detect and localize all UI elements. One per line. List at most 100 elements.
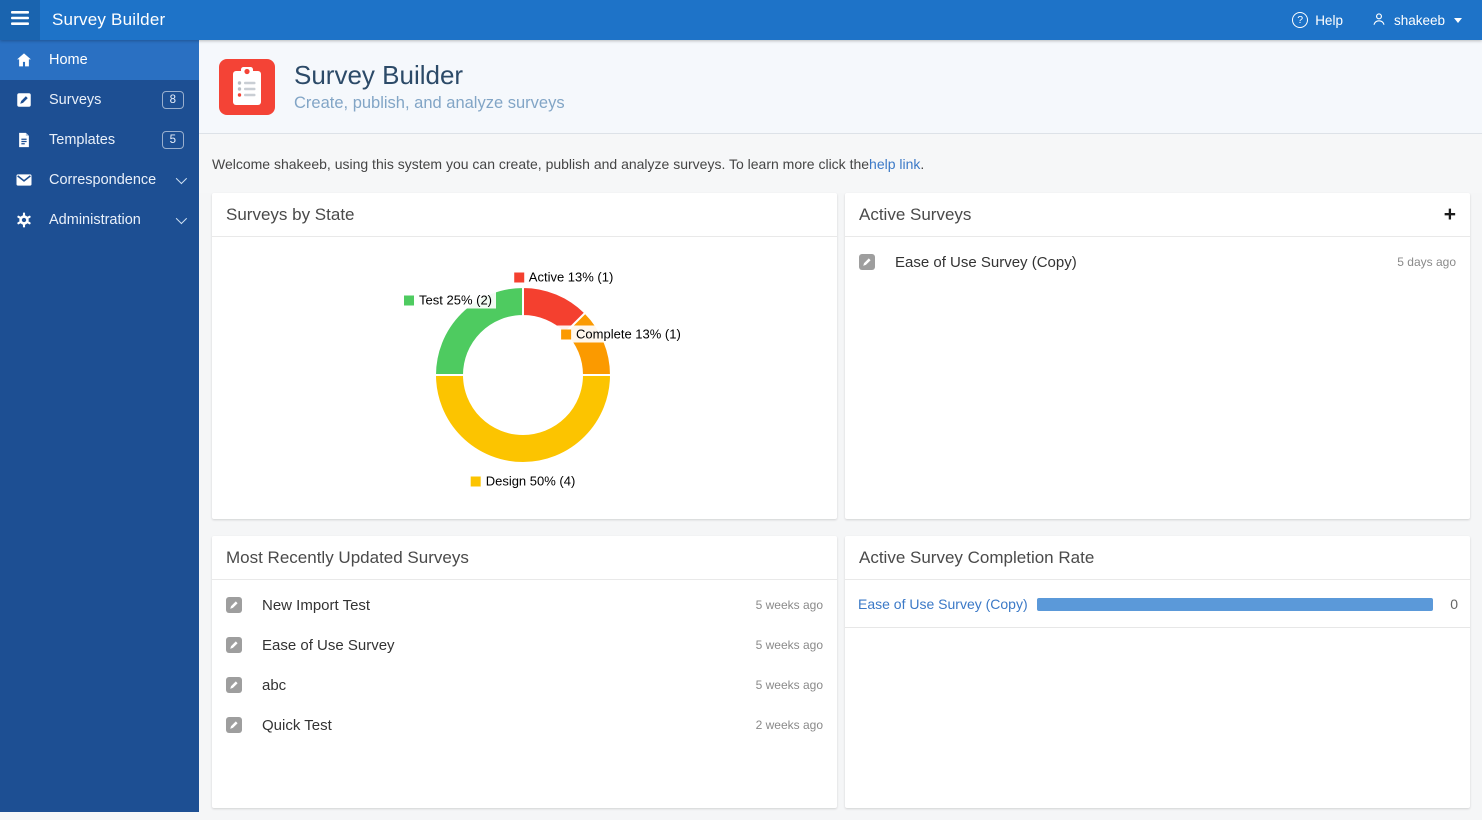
sidebar-item-label: Home	[49, 52, 88, 68]
completion-bar-fill	[1036, 597, 1433, 611]
active-surveys-panel: Active Surveys + Ease of Use Survey (Cop…	[845, 193, 1470, 519]
body-row: Home Surveys 8 Templates 5 Correspondenc…	[0, 40, 1482, 820]
sidebar-item-administration[interactable]: Administration	[0, 200, 199, 240]
envelope-icon	[15, 171, 33, 189]
legend-swatch	[513, 272, 524, 283]
page-title: Survey Builder	[294, 60, 464, 90]
hamburger-menu-button[interactable]	[0, 0, 40, 40]
dashboard-grid: Surveys by State Active 13% (1) Complete …	[199, 193, 1482, 808]
user-menu[interactable]: shakeeb	[1371, 11, 1462, 30]
completion-bar-track	[1036, 597, 1433, 611]
survey-pencil-icon	[859, 254, 875, 270]
sidebar-nav: Home Surveys 8 Templates 5 Correspondenc…	[0, 40, 199, 812]
user-caret-icon	[1454, 17, 1462, 23]
add-survey-button[interactable]: +	[1444, 204, 1456, 225]
count-badge: 5	[161, 130, 184, 150]
survey-list-item[interactable]: abc 5 weeks ago	[212, 665, 837, 705]
completion-count: 0	[1450, 596, 1458, 612]
survey-name: abc	[262, 676, 287, 694]
completion-rate-header: Active Survey Completion Rate	[845, 536, 1470, 580]
gear-icon	[15, 211, 33, 229]
chart-label-active: Active 13% (1)	[509, 268, 618, 286]
survey-pencil-icon	[226, 597, 242, 613]
sidebar-item-correspondence[interactable]: Correspondence	[0, 160, 199, 200]
legend-swatch	[561, 329, 572, 340]
sidebar-item-label: Templates	[49, 132, 116, 148]
completion-rate-panel: Active Survey Completion Rate Ease of Us…	[845, 536, 1470, 808]
chart-label-text: Active 13% (1)	[528, 269, 614, 285]
survey-name: Quick Test	[262, 716, 332, 734]
recent-surveys-header: Most Recently Updated Surveys	[212, 536, 837, 580]
page-header: Survey Builder Create, publish, and anal…	[199, 40, 1482, 134]
completion-survey-link[interactable]: Ease of Use Survey (Copy)	[858, 596, 1028, 612]
survey-name: New Import Test	[262, 596, 371, 614]
surveys-by-state-panel: Surveys by State Active 13% (1) Complete …	[212, 193, 837, 519]
donut-segment-design[interactable]	[433, 374, 613, 464]
main-content: Survey Builder Create, publish, and anal…	[199, 40, 1482, 820]
help-question-icon: ?	[1292, 12, 1309, 28]
completion-rate-row: Ease of Use Survey (Copy) 0	[845, 580, 1470, 628]
survey-pencil-icon	[226, 637, 242, 653]
survey-name: Ease of Use Survey	[262, 636, 395, 654]
sidebar-item-label: Administration	[49, 212, 141, 228]
help-button[interactable]: ? Help	[1292, 12, 1343, 28]
help-label: Help	[1315, 12, 1343, 28]
sidebar-item-templates[interactable]: Templates 5	[0, 120, 199, 160]
help-link[interactable]: help link	[869, 156, 920, 172]
welcome-text-end: .	[920, 155, 925, 172]
page-subtitle: Create, publish, and analyze surveys	[294, 94, 565, 112]
active-surveys-list: Ease of Use Survey (Copy) 5 days ago	[845, 237, 1470, 282]
survey-list-item[interactable]: Quick Test 2 weeks ago	[212, 705, 837, 745]
sidebar-item-home[interactable]: Home	[0, 40, 199, 80]
completion-rate-list: Ease of Use Survey (Copy) 0	[845, 580, 1470, 628]
survey-updated-time: 5 weeks ago	[755, 598, 823, 612]
survey-list-item[interactable]: New Import Test 5 weeks ago	[212, 585, 837, 625]
survey-pencil-icon	[226, 677, 242, 693]
file-icon	[15, 131, 33, 149]
sidebar-item-label: Correspondence	[49, 172, 157, 188]
chevron-down-icon	[175, 172, 188, 185]
home-icon	[15, 51, 33, 69]
completion-rate-title: Active Survey Completion Rate	[859, 547, 1095, 567]
survey-pencil-icon	[226, 717, 242, 733]
survey-list-item[interactable]: Ease of Use Survey 5 weeks ago	[212, 625, 837, 665]
surveys-by-state-header: Surveys by State	[212, 193, 837, 237]
survey-name: Ease of Use Survey (Copy)	[895, 253, 1077, 271]
top-navbar: Survey Builder ? Help shakeeb	[0, 0, 1482, 40]
count-badge: 8	[161, 90, 184, 110]
survey-list-item[interactable]: Ease of Use Survey (Copy) 5 days ago	[845, 242, 1470, 282]
pencil-square-icon	[15, 91, 33, 109]
surveys-by-state-donut-chart: Active 13% (1) Complete 13% (1) Design 50%…	[212, 237, 837, 519]
user-icon	[1371, 11, 1387, 30]
user-name: shakeeb	[1393, 12, 1445, 28]
welcome-text: Welcome shakeeb, using this system you c…	[212, 155, 870, 172]
app-window: Survey Builder ? Help shakeeb Home Surve…	[0, 0, 1482, 820]
navbar-right: ? Help shakeeb	[1292, 11, 1482, 30]
hamburger-icon	[11, 10, 29, 30]
surveys-by-state-title: Surveys by State	[226, 204, 355, 224]
active-surveys-title: Active Surveys	[859, 204, 972, 224]
chart-label-design: Design 50% (4)	[466, 472, 580, 490]
sidebar-item-label: Surveys	[49, 92, 102, 108]
active-surveys-header: Active Surveys +	[845, 193, 1470, 237]
chart-label-text: Test 25% (2)	[419, 292, 493, 308]
legend-swatch	[470, 476, 481, 486]
survey-updated-time: 2 weeks ago	[755, 718, 823, 732]
sidebar-item-surveys[interactable]: Surveys 8	[0, 80, 199, 120]
chart-label-text: Design 50% (4)	[485, 473, 576, 489]
recent-surveys-panel: Most Recently Updated Surveys New Import…	[212, 536, 837, 808]
clipboard-app-icon	[219, 58, 275, 115]
chart-label-complete: Complete 13% (1)	[557, 325, 685, 343]
survey-updated-time: 5 days ago	[1397, 255, 1456, 269]
recent-surveys-list: New Import Test 5 weeks ago Ease of Use …	[212, 580, 837, 745]
recent-surveys-title: Most Recently Updated Surveys	[226, 547, 469, 567]
navbar-brand[interactable]: Survey Builder	[52, 10, 165, 30]
chevron-down-icon	[175, 212, 188, 225]
chart-label-text: Complete 13% (1)	[576, 326, 681, 342]
survey-updated-time: 5 weeks ago	[755, 678, 823, 692]
survey-updated-time: 5 weeks ago	[755, 638, 823, 652]
title-block: Survey Builder Create, publish, and anal…	[294, 60, 565, 113]
welcome-message: Welcome shakeeb, using this system you c…	[199, 134, 1482, 193]
legend-swatch	[404, 295, 415, 306]
chart-label-test: Test 25% (2)	[400, 291, 497, 309]
